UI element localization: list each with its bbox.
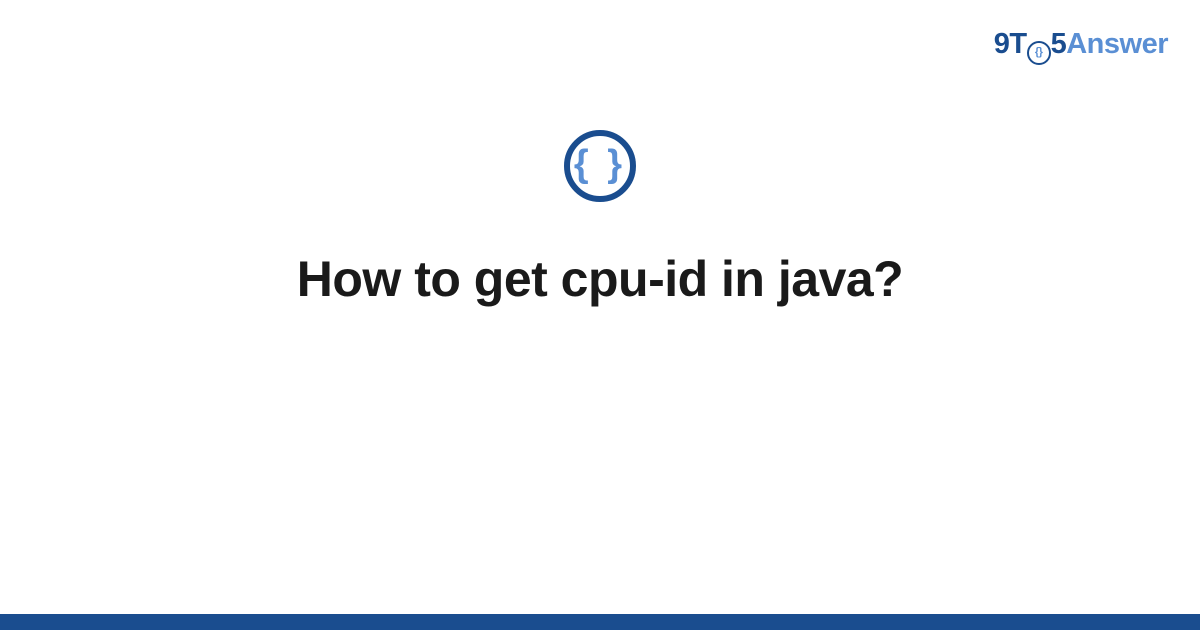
page-title: How to get cpu-id in java? <box>257 250 943 308</box>
main-content: { } How to get cpu-id in java? <box>0 130 1200 308</box>
brand-answer: Answer <box>1066 28 1168 60</box>
category-icon: { } <box>564 130 636 202</box>
footer-accent-bar <box>0 614 1200 630</box>
brand-5: 5 <box>1051 28 1067 60</box>
braces-circle-icon: {} <box>1027 41 1051 65</box>
brand-o-icon: {} <box>1027 41 1051 65</box>
brand-logo: 9T{}5Answer <box>994 28 1168 63</box>
braces-icon: { } <box>574 145 626 183</box>
brand-9t: 9T <box>994 28 1027 60</box>
